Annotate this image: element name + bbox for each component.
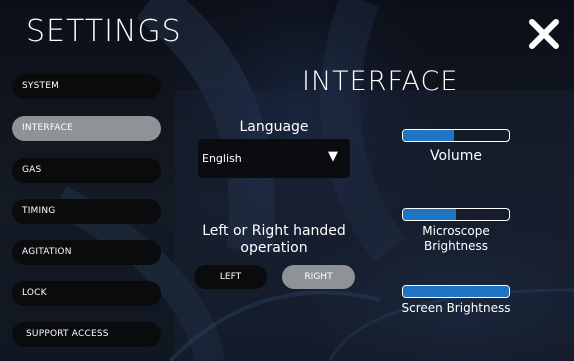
volume-label: Volume — [429, 148, 483, 164]
language-label: Language — [239, 119, 309, 135]
volume-slider-fill — [403, 130, 454, 141]
handedness-label-line1: Left or Right handed — [202, 223, 346, 239]
handedness-label-line2: operation — [240, 240, 308, 256]
language-select[interactable]: English ▼ — [198, 139, 350, 178]
sidebar-item-interface[interactable]: INTERFACE — [12, 116, 161, 141]
sidebar-item-gas[interactable]: GAS — [12, 158, 161, 183]
sidebar-item-support-access[interactable]: SUPPORT ACCESS — [12, 322, 161, 347]
section-title: INTERFACE — [302, 66, 459, 97]
screen-brightness-label: Screen Brightness — [401, 301, 511, 315]
volume-slider[interactable] — [402, 129, 510, 142]
sidebar-item-lock[interactable]: LOCK — [12, 281, 161, 306]
page-title: SETTINGS — [26, 14, 182, 49]
close-icon[interactable] — [526, 16, 562, 52]
screen-brightness-slider-fill — [403, 286, 509, 297]
language-selected-value: English — [202, 152, 242, 165]
sidebar-item-timing[interactable]: TIMING — [12, 199, 161, 224]
microscope-brightness-label-line1: Microscope — [422, 224, 490, 238]
microscope-brightness-slider-fill — [403, 209, 456, 220]
sidebar-item-agitation[interactable]: AGITATION — [12, 240, 161, 265]
microscope-brightness-label-line2: Brightness — [424, 239, 488, 253]
microscope-brightness-slider[interactable] — [402, 208, 510, 221]
left-hand-button[interactable]: LEFT — [194, 265, 267, 289]
screen-brightness-slider[interactable] — [402, 285, 510, 298]
right-hand-button[interactable]: RIGHT — [282, 265, 355, 289]
triangle-down-icon: ▼ — [328, 149, 338, 164]
sidebar-item-system[interactable]: SYSTEM — [12, 74, 161, 99]
